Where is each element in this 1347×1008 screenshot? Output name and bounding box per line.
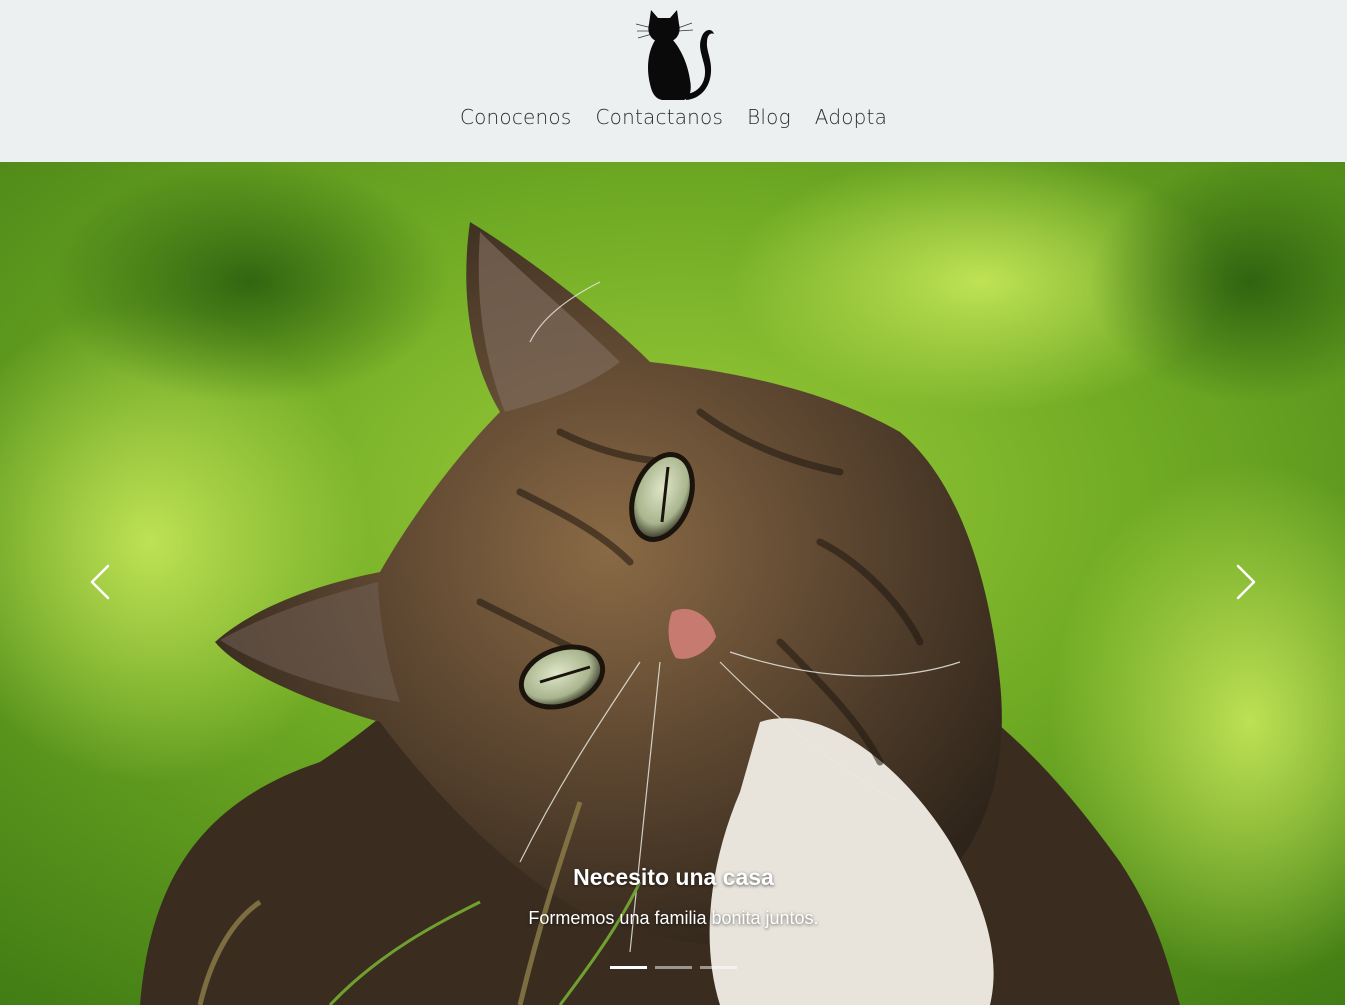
nav-link-blog[interactable]: Blog <box>735 100 803 134</box>
carousel-indicators <box>0 966 1347 969</box>
carousel-indicator-1[interactable] <box>610 966 647 969</box>
nav-link-conocenos[interactable]: Conocenos <box>448 100 584 134</box>
main-nav: Conocenos Contactanos Blog Adopta <box>0 100 1347 134</box>
chevron-right-icon <box>1236 564 1256 600</box>
hero-carousel: Necesito una casa Formemos una familia b… <box>0 162 1347 1005</box>
carousel-caption-title: Necesito una casa <box>573 864 774 890</box>
site-header: Conocenos Contactanos Blog Adopta <box>0 0 1347 162</box>
carousel-caption-text: Formemos una familia bonita juntos. <box>528 908 819 928</box>
carousel-next-button[interactable] <box>1216 542 1276 622</box>
nav-link-adopta[interactable]: Adopta <box>803 100 899 134</box>
carousel-indicator-3[interactable] <box>700 966 737 969</box>
nav-link-contactanos[interactable]: Contactanos <box>583 100 735 134</box>
chevron-left-icon <box>90 564 110 600</box>
cat-silhouette-icon[interactable] <box>632 6 718 102</box>
carousel-indicator-2[interactable] <box>655 966 692 969</box>
carousel-prev-button[interactable] <box>70 542 130 622</box>
